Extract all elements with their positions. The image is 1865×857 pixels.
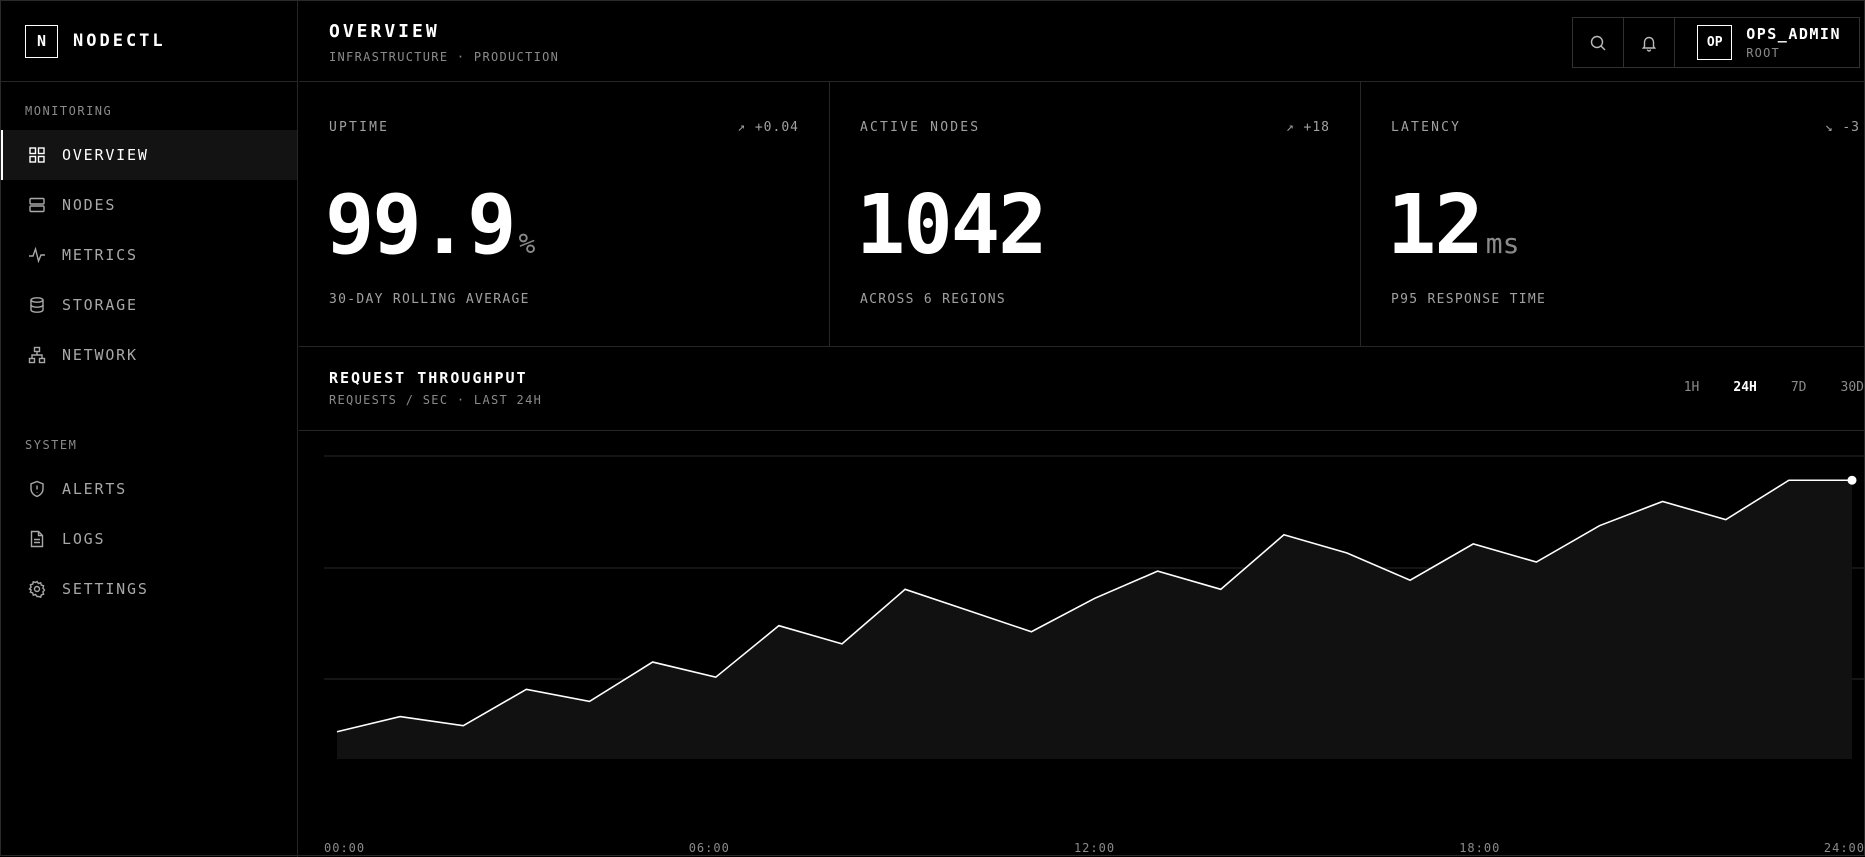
- sidebar: N NODECTL MONITORING OVERVIEW NODES METR…: [1, 1, 298, 857]
- grid-icon: [27, 145, 47, 165]
- user-menu[interactable]: OP OPS_ADMIN ROOT: [1675, 18, 1859, 67]
- stat-delta: ↘ -3: [1825, 120, 1860, 135]
- throughput-chart: 00:00 06:00 12:00 18:00 24:00: [299, 431, 1865, 856]
- gear-icon: [27, 579, 47, 599]
- sidebar-item-label: STORAGE: [62, 296, 138, 314]
- sidebar-item-settings[interactable]: SETTINGS: [1, 564, 297, 614]
- sidebar-item-label: OVERVIEW: [62, 146, 149, 164]
- stats-row: UPTIME ↗ +0.04 99.9 % 30-DAY ROLLING AVE…: [299, 82, 1864, 347]
- x-tick-label: 06:00: [689, 841, 730, 855]
- sidebar-item-label: SETTINGS: [62, 580, 149, 598]
- shield-alert-icon: [27, 479, 47, 499]
- arrow-up-right-icon: ↗: [737, 120, 746, 135]
- stat-label: ACTIVE NODES: [860, 120, 980, 135]
- stat-unit: %: [518, 227, 535, 260]
- brand-logo: N: [25, 25, 58, 58]
- sidebar-item-logs[interactable]: LOGS: [1, 514, 297, 564]
- database-icon: [27, 295, 47, 315]
- chart-header: REQUEST THROUGHPUT REQUESTS / SEC · LAST…: [299, 347, 1864, 431]
- sidebar-item-storage[interactable]: STORAGE: [1, 280, 297, 330]
- search-button[interactable]: [1573, 18, 1624, 67]
- sidebar-item-label: NETWORK: [62, 346, 138, 364]
- stat-delta: ↗ +0.04: [737, 120, 799, 135]
- app-window: N NODECTL MONITORING OVERVIEW NODES METR…: [0, 0, 1865, 856]
- server-icon: [27, 195, 47, 215]
- stat-card-active-nodes: ACTIVE NODES ↗ +18 1042 ACROSS 6 REGIONS: [830, 82, 1361, 346]
- sidebar-item-overview[interactable]: OVERVIEW: [1, 130, 297, 180]
- range-30d[interactable]: 30D: [1841, 380, 1864, 395]
- x-tick-label: 12:00: [1074, 841, 1115, 855]
- sidebar-item-label: METRICS: [62, 246, 138, 264]
- chart-area: 00:00 06:00 12:00 18:00 24:00: [299, 431, 1864, 856]
- avatar: OP: [1697, 25, 1732, 60]
- stat-value: 99.9: [325, 185, 514, 267]
- main-content: OVERVIEW INFRASTRUCTURE · PRODUCTION OP …: [299, 1, 1864, 857]
- user-role: ROOT: [1746, 46, 1841, 60]
- stat-delta: ↗ +18: [1286, 120, 1330, 135]
- stat-label: LATENCY: [1391, 120, 1461, 135]
- chart-panel: REQUEST THROUGHPUT REQUESTS / SEC · LAST…: [299, 347, 1864, 856]
- stat-label: UPTIME: [329, 120, 389, 135]
- activity-icon: [27, 245, 47, 265]
- range-7d[interactable]: 7D: [1791, 380, 1807, 395]
- series-area: [337, 480, 1852, 759]
- stat-caption: P95 RESPONSE TIME: [1391, 292, 1546, 307]
- bell-icon: [1640, 34, 1658, 52]
- header-actions: OP OPS_ADMIN ROOT: [1572, 17, 1860, 68]
- range-selector: 1H 24H 7D 30D: [1650, 380, 1864, 395]
- sidebar-item-label: LOGS: [62, 530, 105, 548]
- stat-caption: 30-DAY ROLLING AVERAGE: [329, 292, 530, 307]
- stat-card-uptime: UPTIME ↗ +0.04 99.9 % 30-DAY ROLLING AVE…: [299, 82, 830, 346]
- stat-unit: ms: [1486, 227, 1520, 260]
- chart-subtitle: REQUESTS / SEC · LAST 24H: [329, 393, 542, 407]
- arrow-down-right-icon: ↘: [1825, 120, 1834, 135]
- page-title: OVERVIEW: [329, 21, 440, 42]
- brand-name: NODECTL: [73, 31, 166, 51]
- arrow-up-right-icon: ↗: [1286, 120, 1295, 135]
- x-tick-label: 24:00: [1824, 841, 1865, 855]
- sidebar-item-metrics[interactable]: METRICS: [1, 230, 297, 280]
- stat-value: 1042: [856, 185, 1045, 267]
- section-label-system: SYSTEM: [1, 438, 297, 452]
- x-tick-label: 00:00: [324, 841, 365, 855]
- chart-title: REQUEST THROUGHPUT: [329, 369, 528, 387]
- section-label-monitoring: MONITORING: [1, 104, 297, 118]
- user-name: OPS_ADMIN: [1746, 25, 1841, 43]
- page-subtitle: INFRASTRUCTURE · PRODUCTION: [329, 50, 559, 64]
- stat-card-latency: LATENCY ↘ -3 12 ms P95 RESPONSE TIME: [1361, 82, 1864, 346]
- stat-caption: ACROSS 6 REGIONS: [860, 292, 1006, 307]
- data-point-latest: [1848, 476, 1857, 485]
- stat-value: 12: [1387, 185, 1482, 267]
- sidebar-item-network[interactable]: NETWORK: [1, 330, 297, 380]
- header: OVERVIEW INFRASTRUCTURE · PRODUCTION OP …: [299, 1, 1864, 82]
- sidebar-item-label: ALERTS: [62, 480, 127, 498]
- search-icon: [1589, 34, 1607, 52]
- notifications-button[interactable]: [1624, 18, 1675, 67]
- file-icon: [27, 529, 47, 549]
- sidebar-item-label: NODES: [62, 196, 116, 214]
- sidebar-item-nodes[interactable]: NODES: [1, 180, 297, 230]
- brand: N NODECTL: [1, 1, 297, 82]
- sidebar-item-alerts[interactable]: ALERTS: [1, 464, 297, 514]
- x-tick-label: 18:00: [1459, 841, 1500, 855]
- range-1h[interactable]: 1H: [1684, 380, 1700, 395]
- network-icon: [27, 345, 47, 365]
- range-24h[interactable]: 24H: [1733, 380, 1756, 395]
